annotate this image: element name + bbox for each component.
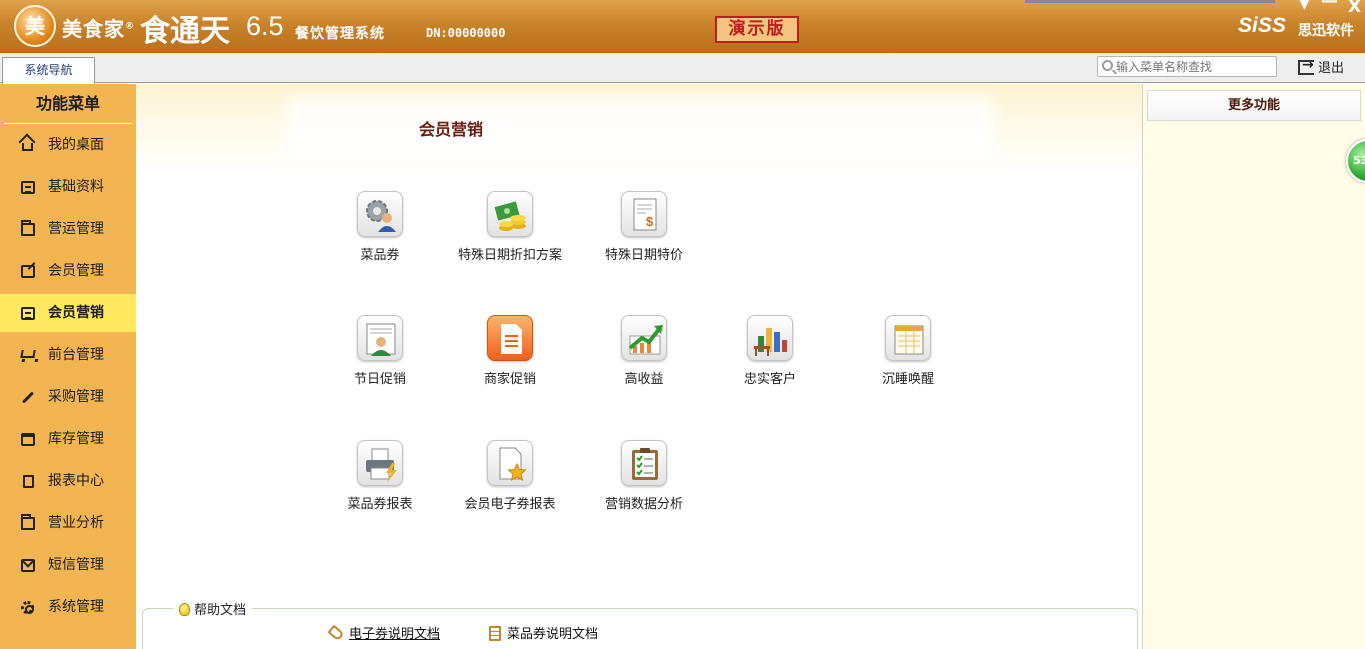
product-subtitle: 餐饮管理系统 bbox=[295, 26, 385, 42]
logout-button[interactable]: 退出 bbox=[1298, 57, 1344, 77]
sidebar-item-label: 基础资料 bbox=[48, 179, 104, 195]
search-input[interactable] bbox=[1116, 58, 1274, 75]
calculator-icon bbox=[21, 307, 35, 320]
section-title: 会员营销 bbox=[419, 120, 484, 139]
product-name: 食通天 bbox=[140, 14, 230, 49]
sidebar-item-my-desktop[interactable]: 我的桌面 bbox=[0, 126, 136, 164]
tile-label: 特殊日期特价 bbox=[604, 248, 683, 263]
money-coins-icon bbox=[487, 191, 533, 237]
vendor-logo: SiSS bbox=[1238, 14, 1286, 37]
title-bar: 美 美食家® 食通天 6.5 餐饮管理系统 DN:00000000 演示版 ▼ … bbox=[0, 0, 1365, 53]
more-functions-header: 更多功能 bbox=[1147, 90, 1361, 121]
user-card-icon bbox=[357, 315, 403, 361]
star-document-icon bbox=[487, 440, 533, 486]
sidebar-item-reports[interactable]: 报表中心 bbox=[0, 462, 136, 500]
logout-label: 退出 bbox=[1318, 61, 1345, 76]
sidebar-item-sms[interactable]: 短信管理 bbox=[0, 546, 136, 584]
sidebar-title: 功能菜单 bbox=[4, 84, 132, 124]
help-legend: 帮助文档 bbox=[173, 599, 253, 618]
tile-dormant-wakeup[interactable]: 沉睡唤醒 bbox=[843, 315, 973, 395]
sidebar-item-member-marketing[interactable]: 会员营销 bbox=[0, 294, 136, 332]
demo-stamp: 演示版 bbox=[715, 16, 799, 43]
brand-logo-icon: 美 bbox=[14, 5, 56, 47]
edit-icon bbox=[21, 265, 35, 278]
mail-icon bbox=[21, 559, 35, 572]
growth-chart-icon bbox=[621, 315, 667, 361]
bar-chart-icon bbox=[747, 315, 793, 361]
sidebar-item-label: 我的桌面 bbox=[48, 137, 104, 153]
document-icon bbox=[489, 626, 501, 641]
file-icon bbox=[23, 475, 34, 488]
brand-name: 美食家® bbox=[62, 17, 135, 41]
gear-user-icon bbox=[357, 191, 403, 237]
tab-bar: 系统导航 退出 bbox=[0, 53, 1365, 84]
sidebar-item-label: 库存管理 bbox=[48, 431, 104, 447]
calculator-icon bbox=[21, 181, 35, 194]
help-link-e-voucher-doc[interactable]: 电子券说明文档 bbox=[327, 623, 440, 642]
window-minimize-icon[interactable]: — bbox=[1321, 0, 1338, 11]
tile-member-e-voucher-report[interactable]: 会员电子券报表 bbox=[445, 440, 575, 520]
gear-icon bbox=[21, 601, 34, 614]
tile-label: 营销数据分析 bbox=[604, 497, 683, 512]
sidebar: 功能菜单 我的桌面 基础资料 营运管理 会员管理 会员营销 前台管理 采购管理 … bbox=[0, 84, 136, 649]
svg-text:$: $ bbox=[646, 214, 654, 229]
folder-icon bbox=[21, 220, 35, 236]
logout-icon bbox=[1298, 57, 1314, 75]
titlebar-strip bbox=[1025, 0, 1275, 3]
window-dropdown-icon[interactable]: ▼ bbox=[1299, 0, 1310, 12]
sidebar-item-label: 报表中心 bbox=[48, 473, 104, 489]
device-number: DN:00000000 bbox=[426, 26, 506, 40]
tag-icon bbox=[327, 624, 345, 642]
sidebar-item-label: 营业分析 bbox=[48, 515, 104, 531]
right-panel: 更多功能 bbox=[1142, 84, 1365, 649]
lightbulb-icon bbox=[179, 603, 190, 616]
help-documents-box: 帮助文档 电子券说明文档 菜品券说明文档 bbox=[142, 599, 1138, 649]
sidebar-item-member-management[interactable]: 会员管理 bbox=[0, 252, 136, 290]
main-header-glow bbox=[286, 98, 994, 164]
search-icon bbox=[1102, 60, 1113, 71]
sidebar-item-inventory[interactable]: 库存管理 bbox=[0, 420, 136, 458]
product-version: 6.5 bbox=[246, 11, 284, 41]
tab-system-navigation[interactable]: 系统导航 bbox=[2, 57, 95, 84]
sidebar-item-label: 系统管理 bbox=[48, 599, 104, 615]
main-content: 会员营销 菜品券 特殊日期折扣方案 $ 特殊日期特价 节日促销 商家促销 高收益… bbox=[136, 84, 1142, 649]
sidebar-item-label: 会员管理 bbox=[48, 263, 104, 279]
folder-icon bbox=[21, 514, 35, 530]
sidebar-item-business-analysis[interactable]: 营业分析 bbox=[0, 504, 136, 542]
sidebar-item-label: 短信管理 bbox=[48, 557, 104, 573]
tile-label: 沉睡唤醒 bbox=[881, 372, 934, 387]
sidebar-item-operations[interactable]: 营运管理 bbox=[0, 210, 136, 248]
sidebar-item-label: 会员营销 bbox=[48, 305, 104, 321]
sidebar-item-label: 营运管理 bbox=[48, 221, 104, 237]
sidebar-item-basic-data[interactable]: 基础资料 bbox=[0, 168, 136, 206]
window-close-icon[interactable]: X bbox=[1348, 0, 1361, 17]
checklist-icon bbox=[621, 440, 667, 486]
store-icon bbox=[21, 433, 35, 446]
orange-document-icon bbox=[487, 315, 533, 361]
notepad-icon bbox=[885, 315, 931, 361]
cart-icon bbox=[20, 350, 36, 358]
menu-search[interactable] bbox=[1097, 56, 1277, 77]
printer-icon bbox=[357, 440, 403, 486]
wrench-icon bbox=[21, 391, 35, 404]
help-link-dish-voucher-doc[interactable]: 菜品券说明文档 bbox=[489, 623, 598, 642]
home-icon bbox=[22, 143, 33, 151]
tile-special-date-price[interactable]: $ 特殊日期特价 bbox=[579, 191, 709, 271]
sidebar-item-purchasing[interactable]: 采购管理 bbox=[0, 378, 136, 416]
price-document-icon: $ bbox=[621, 191, 667, 237]
vendor-name: 思迅软件 bbox=[1298, 23, 1354, 39]
tile-marketing-data-analysis[interactable]: 营销数据分析 bbox=[579, 440, 709, 520]
sidebar-item-label: 前台管理 bbox=[48, 347, 104, 363]
sidebar-item-front-desk[interactable]: 前台管理 bbox=[0, 336, 136, 374]
tile-merchant-promotion[interactable]: 商家促销 bbox=[445, 315, 575, 395]
tile-loyal-customers[interactable]: 忠实客户 bbox=[705, 315, 835, 395]
sidebar-item-label: 采购管理 bbox=[48, 389, 104, 405]
sidebar-item-system[interactable]: 系统管理 bbox=[0, 588, 136, 626]
tile-special-date-discount[interactable]: 特殊日期折扣方案 bbox=[445, 191, 575, 271]
